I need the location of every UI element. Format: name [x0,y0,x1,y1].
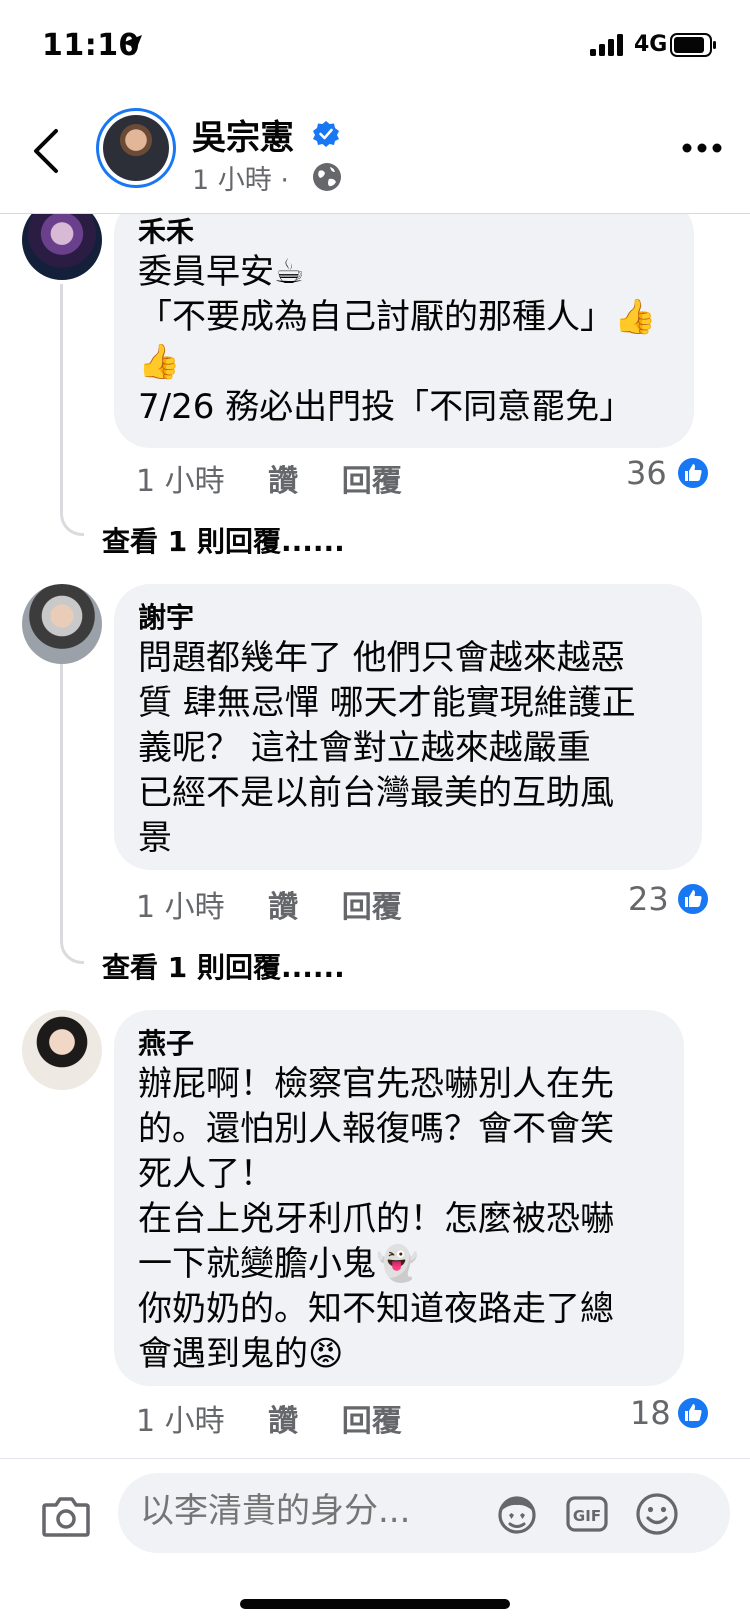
like-count[interactable]: 36 [626,454,667,492]
view-replies-link[interactable]: 查看 1 則回覆...... [102,946,345,986]
like-count[interactable]: 18 [630,1394,671,1432]
comment-line: 的。還怕別人報復嗎？會不會笑 [138,1109,614,1149]
commenter-name[interactable]: 燕子 [138,1026,660,1062]
comment-time: 1 小時 [136,464,225,499]
comment-line: 已經不是以前台灣最美的互助風 [138,773,614,813]
comment-line: 問題都幾年了 他們只會越來越惡 [138,638,625,678]
avatar[interactable] [22,584,102,664]
avatar-sticker-icon[interactable] [494,1491,540,1537]
comment-bubble[interactable]: 禾禾 委員早安☕ 「不要成為自己討厭的那種人」👍 👍 7/26 務必出門投「不同… [114,214,694,448]
comment-line: 「不要成為自己討厭的那種人」👍 [138,297,657,337]
thumbs-up-icon [676,456,710,490]
post-header: 吳宗憲 1 小時 · [0,90,750,214]
comment-input-pill[interactable]: GIF [118,1473,730,1553]
comment-time: 1 小時 [136,1404,225,1439]
battery-icon [670,33,716,57]
post-meta: 1 小時 · [192,165,289,196]
comment-actions: 1 小時 讚 回覆 [136,456,436,500]
more-options-icon[interactable] [682,142,722,154]
comment-line: 委員早安☕ [138,252,305,292]
emoji-icon[interactable] [634,1491,680,1537]
comment-line: 死人了！ [138,1154,274,1194]
comment-line: 在台上兇牙利爪的！怎麼被恐嚇 [138,1199,614,1239]
comment-composer: GIF [0,1458,750,1624]
comment-line: 辦屁啊！檢察官先恐嚇別人在先 [138,1064,614,1104]
comment-line: 質 肆無忌憚 哪天才能實現維護正 [138,683,636,723]
reply-button[interactable]: 回覆 [342,1396,402,1440]
like-count[interactable]: 23 [628,880,669,918]
globe-icon [313,163,341,191]
svg-text:GIF: GIF [573,1507,601,1525]
like-button[interactable]: 讚 [268,1396,298,1440]
comment-input[interactable] [140,1491,470,1531]
comments-feed[interactable]: 禾禾 委員早安☕ 「不要成為自己討厭的那種人」👍 👍 7/26 務必出門投「不同… [0,214,750,1458]
comment-actions: 1 小時 讚 回覆 [136,1396,436,1440]
thumbs-up-icon [676,882,710,916]
like-button[interactable]: 讚 [268,882,298,926]
thumbs-up-icon [676,1396,710,1430]
avatar[interactable] [22,214,102,280]
thread-line [60,284,84,536]
back-arrow-icon[interactable] [32,128,60,174]
comment-bubble[interactable]: 謝宇 問題都幾年了 他們只會越來越惡 質 肆無忌憚 哪天才能實現維護正 義呢？ … [114,584,702,870]
verified-badge-icon [313,121,339,147]
avatar[interactable] [22,1010,102,1090]
camera-icon[interactable] [42,1495,90,1537]
comment-line: 會遇到鬼的😡 [138,1334,344,1374]
commenter-name[interactable]: 謝宇 [138,600,678,636]
comment-line: 景 [138,818,172,858]
network-type: 4G [634,32,668,57]
author-name[interactable]: 吳宗憲 [192,110,294,159]
comment-bubble[interactable]: 燕子 辦屁啊！檢察官先恐嚇別人在先 的。還怕別人報復嗎？會不會笑 死人了！ 在台… [114,1010,684,1386]
gif-icon[interactable]: GIF [564,1491,610,1537]
comment-line: 義呢？ 這社會對立越來越嚴重 [138,728,591,768]
like-button[interactable]: 讚 [268,456,298,500]
comment-line: 一下就變膽小鬼👻 [138,1244,419,1284]
thread-line [60,662,84,964]
comment-time: 1 小時 [136,890,225,925]
reply-button[interactable]: 回覆 [342,456,402,500]
author-avatar[interactable] [96,108,176,188]
comment-line: 7/26 務必出門投「不同意罷免」 [138,387,634,427]
location-arrow-icon [122,35,142,55]
comment-line: 👍 [138,342,181,382]
commenter-name[interactable]: 禾禾 [138,214,670,250]
view-replies-link[interactable]: 查看 1 則回覆...... [102,520,345,560]
comment-line: 你奶奶的。知不知道夜路走了總 [138,1289,614,1329]
home-indicator [240,1599,510,1609]
status-bar: 11:10 4G [0,0,750,90]
signal-icon [590,34,623,56]
comment-actions: 1 小時 讚 回覆 [136,882,436,926]
reply-button[interactable]: 回覆 [342,882,402,926]
